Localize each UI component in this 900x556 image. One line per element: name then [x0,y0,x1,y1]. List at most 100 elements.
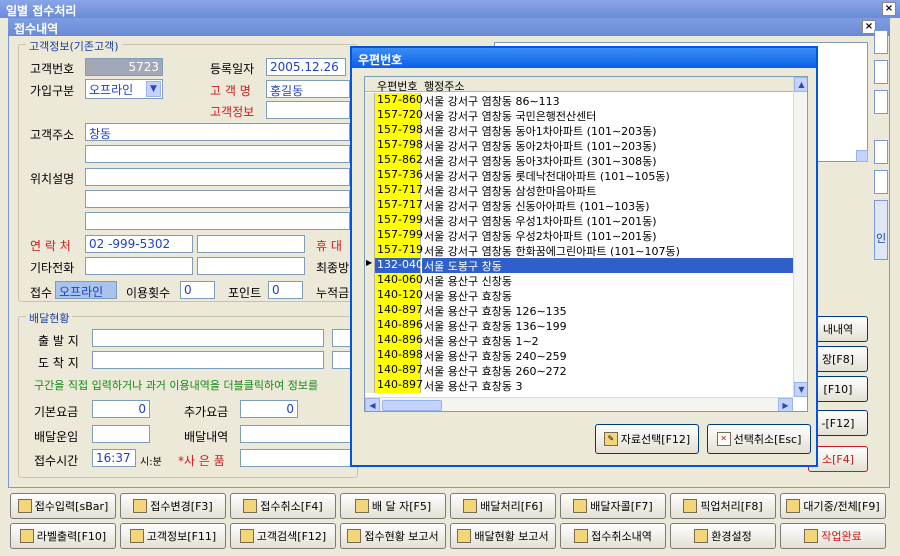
zipcode-row[interactable]: 140-897 서울 용산구 효창동 3 [365,378,793,393]
departure-field[interactable] [92,329,324,347]
bottom-row1-button-6[interactable]: 배달자콜[F7] [560,493,666,519]
bottom-row2-button-1[interactable]: 라벨출력[F10] [10,523,116,549]
gift-field[interactable] [240,449,352,467]
zipcode-row[interactable]: 157-798 서울 강서구 염창동 동아2차아파트 (101∼203동) [365,138,793,153]
arrival-field-2[interactable] [332,351,352,369]
bottom-row2-button-6[interactable]: 접수취소내역 [560,523,666,549]
hscroll-thumb[interactable] [382,400,442,411]
bottom-row2-button-7[interactable]: 환경설정 [670,523,776,549]
toolbar-icon [129,529,144,543]
toolbar-button-label: 접수취소내역 [591,530,652,543]
grid-hscroll[interactable]: ◀ ▶ [365,397,793,411]
row-indicator [365,303,375,318]
bottom-row1-button-3[interactable]: 접수취소[F4] [230,493,336,519]
join-type-value: 오프라인 [89,83,134,97]
point-field[interactable]: 0 [268,281,303,299]
location-field-1[interactable] [85,168,350,186]
scroll-left-icon[interactable]: ◀ [365,398,380,411]
row-zip: 157-798 [375,138,423,153]
location-field-2[interactable] [85,190,350,208]
contact-field-2[interactable] [197,235,305,253]
zipcode-row[interactable]: 157-719 서울 강서구 염창동 한화꿈에그린아파트 (101∼107동) [365,243,793,258]
reg-date-field[interactable]: 2005.12.26 [266,58,346,76]
zipcode-row[interactable]: 157-798 서울 강서구 염창동 동아1차아파트 (101∼203동) [365,123,793,138]
base-fee-field[interactable]: 0 [92,400,150,418]
driver-fee-field[interactable] [92,425,150,443]
customer-info-field[interactable] [266,101,350,119]
toolbar-icon [239,529,254,543]
receipt-time-field[interactable]: 16:37 [92,449,136,467]
window-title-bar: 일별 접수처리 [0,0,900,18]
cancel-selection-button[interactable]: ✕ 선택취소[Esc] [707,424,811,454]
bottom-row1-button-4[interactable]: 배 달 자[F5] [340,493,446,519]
bottom-row1-button-5[interactable]: 배달처리[F6] [450,493,556,519]
row-zip: 132-040 [375,258,423,273]
bottom-row2-button-4[interactable]: 접수현황 보고서 [340,523,446,549]
zipcode-row[interactable]: 157-860 서울 강서구 염창동 86∼113 [365,93,793,108]
zipcode-row[interactable]: 140-897 서울 용산구 효창동 126∼135 [365,303,793,318]
row-zip: 140-897 [375,303,423,318]
zipcode-row[interactable]: 157-717 서울 강서구 염창동 삼성한마음아파트 [365,183,793,198]
extra-fee-label: 추가요금 [184,405,229,419]
bottom-row2-button-8[interactable]: 작업완료 [780,523,886,549]
zipcode-row[interactable]: 157-717 서울 강서구 염창동 신동아아파트 (101∼103동) [365,198,793,213]
customer-name-field[interactable]: 홍길동 [266,80,350,98]
gift-label: *사 은 품 [178,454,225,468]
row-zip: 157-717 [375,183,423,198]
zipcode-row[interactable]: 157-862 서울 강서구 염창동 동아3차아파트 (301∼308동) [365,153,793,168]
row-address: 서울 강서구 염창동 신동아아파트 (101∼103동) [424,200,650,213]
bottom-row2-button-3[interactable]: 고객검색[F12] [230,523,336,549]
delivery-detail-field[interactable] [240,425,352,443]
address-field[interactable]: 창동 [85,123,350,141]
window-close-icon[interactable]: × [882,2,896,16]
row-address: 서울 강서구 염창동 동아3차아파트 (301∼308동) [424,155,657,168]
zipcode-row[interactable]: 157-720 서울 강서구 염창동 국민은행전산센터 [365,108,793,123]
toolbar-button-label: 배달자콜[F7] [590,500,653,513]
customer-id-field[interactable]: 5723 [85,58,163,76]
zipcode-row[interactable]: 140-896 서울 용산구 효창동 136∼199 [365,318,793,333]
history-scroll-down[interactable] [856,150,868,162]
zipcode-row[interactable]: 157-736 서울 강서구 염창동 롯데낙천대아파트 (101∼105동) [365,168,793,183]
point-label: 포인트 [228,286,262,300]
zipcode-row[interactable]: 157-799 서울 강서구 염창동 우성2차아파트 (101∼201동) [365,228,793,243]
other-phone-field-2[interactable] [197,257,305,275]
row-indicator [365,243,375,258]
contact-field[interactable]: 02 -999-5302 [85,235,193,253]
right-edge-label: 인 [876,232,887,245]
bottom-row2-button-2[interactable]: 고객정보[F11] [120,523,226,549]
zipcode-row[interactable]: 140-898 서울 용산구 효창동 240∼259 [365,348,793,363]
bottom-row1-button-2[interactable]: 접수변경[F3] [120,493,226,519]
zipcode-row[interactable]: 140-897 서울 용산구 효창동 260∼272 [365,363,793,378]
zipcode-row[interactable]: 157-799 서울 강서구 염창동 우성1차아파트 (101∼201동) [365,213,793,228]
scroll-down-icon[interactable]: ▼ [794,382,807,397]
extra-fee-field[interactable]: 0 [240,400,298,418]
departure-field-2[interactable] [332,329,352,347]
bottom-row2-button-5[interactable]: 배달현황 보고서 [450,523,556,549]
zipcode-row[interactable]: 140-896 서울 용산구 효창동 1∼2 [365,333,793,348]
toolbar-button-label: 접수변경[F3] [150,500,213,513]
select-data-button[interactable]: ✎ 자료선택[F12] [595,424,699,454]
zipcode-row[interactable]: 140-120 서울 용산구 효창동 [365,288,793,303]
zipcode-row[interactable]: ▶ 132-040 서울 도봉구 창동 [365,258,793,273]
location-field-3[interactable] [85,212,350,230]
grid-vscroll[interactable]: ▲ ▼ [793,77,807,397]
arrival-field[interactable] [92,351,324,369]
bottom-row1-button-8[interactable]: 대기중/전체[F9] [780,493,886,519]
receipt-field[interactable]: 오프라인 [55,281,117,299]
chevron-down-icon[interactable]: ▼ [146,81,161,97]
row-indicator: ▶ [365,258,375,273]
col-zip-header[interactable]: 우편번호 [377,78,417,94]
scroll-right-icon[interactable]: ▶ [778,398,793,411]
row-zip: 157-799 [375,228,423,243]
address-detail-field[interactable] [85,145,350,163]
row-zip: 140-120 [375,288,423,303]
delivery-detail-label: 배달내역 [184,430,229,444]
bottom-row1-button-1[interactable]: 접수입력[sBar] [10,493,116,519]
use-count-field[interactable]: 0 [180,281,215,299]
other-phone-field[interactable] [85,257,193,275]
scroll-up-icon[interactable]: ▲ [794,77,807,92]
col-addr-header[interactable]: 행정주소 [424,78,464,94]
zipcode-row[interactable]: 140-060 서울 용산구 신창동 [365,273,793,288]
row-indicator [365,378,375,393]
bottom-row1-button-7[interactable]: 픽업처리[F8] [670,493,776,519]
